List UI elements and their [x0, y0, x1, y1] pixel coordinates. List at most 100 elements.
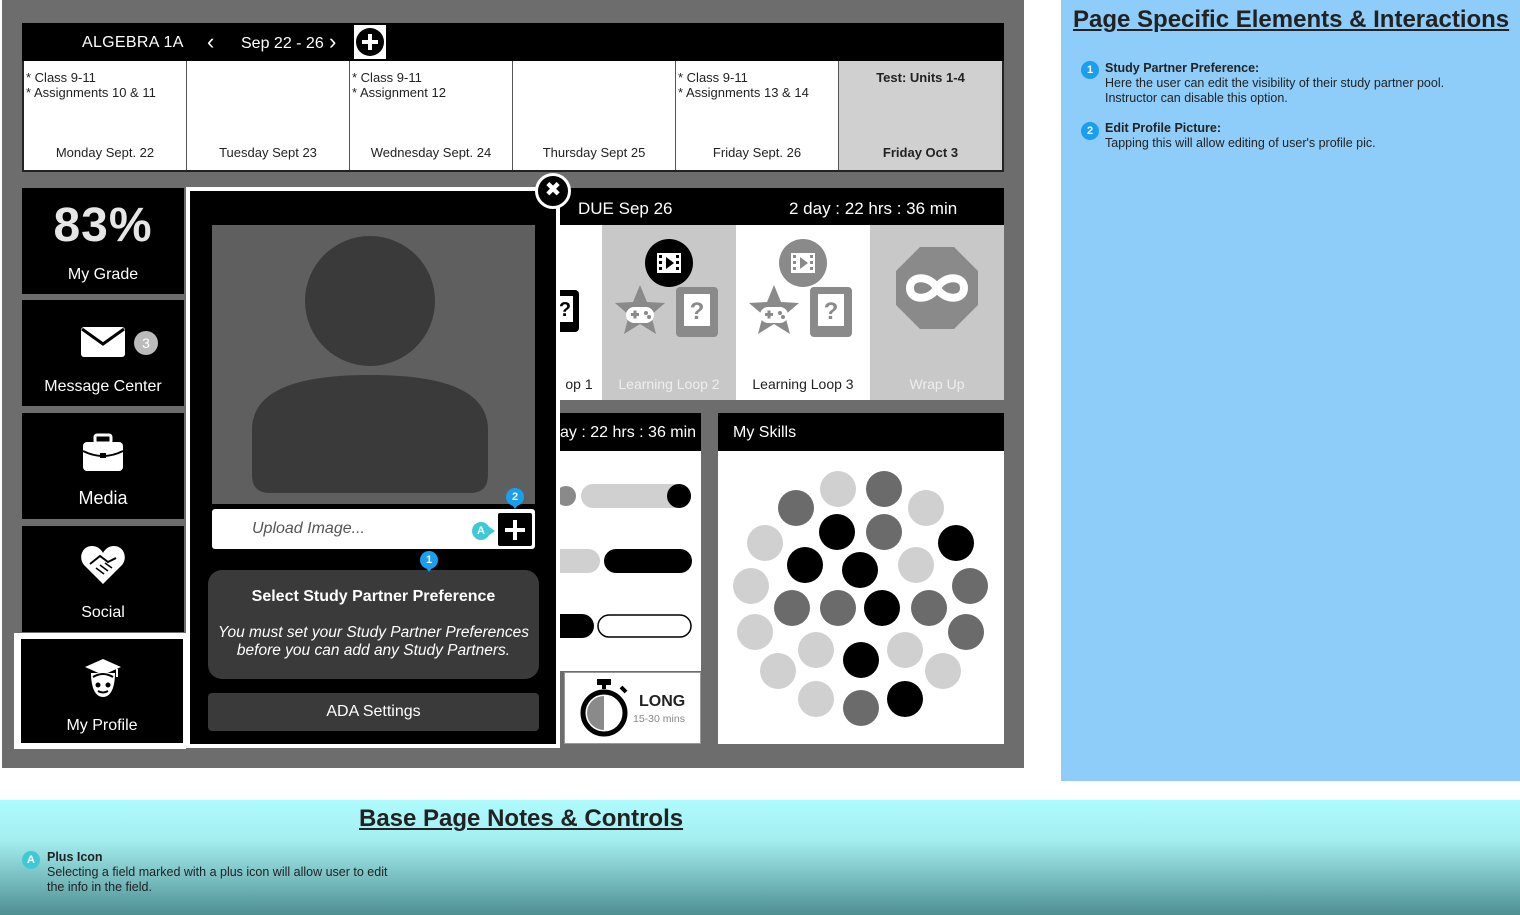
note-item: Edit Profile Picture: Tapping this will … — [1105, 121, 1505, 151]
base-note-title: Plus Icon — [47, 850, 103, 864]
svg-text:?: ? — [559, 299, 571, 321]
note-desc: Here the user can edit the visibility of… — [1105, 76, 1445, 105]
notes-title: Page Specific Elements & Interactions — [1073, 6, 1510, 33]
due-date: DUE Sep 26 — [578, 199, 673, 218]
due-countdown: 2 day : 22 hrs : 36 min — [789, 199, 958, 218]
wrap-up[interactable]: Wrap Up — [870, 225, 1004, 400]
marker-a-arrow — [488, 526, 495, 536]
session-length-sub: 15-30 mins — [633, 713, 685, 725]
learning-loop-2[interactable]: ? Learning Loop 2 — [602, 225, 736, 400]
day-cell[interactable]: Tuesday Sept 23 — [187, 61, 350, 170]
progress-pills — [556, 484, 692, 638]
day-name: Thursday Sept 25 — [542, 145, 646, 160]
nav-label: My Profile — [66, 717, 138, 734]
nav-label: My Grade — [67, 266, 139, 283]
nav-label: Media — [78, 488, 128, 508]
marker-2: 2 — [506, 488, 524, 509]
quiz-card-icon: ? — [810, 287, 852, 337]
day-name: Tuesday Sept 23 — [219, 145, 317, 160]
progress-countdown: ay : 22 hrs : 36 min — [560, 424, 697, 441]
grade-value: 83% — [53, 199, 153, 252]
nav-my-profile[interactable]: My Profile — [21, 639, 183, 743]
nav-label: Social — [81, 604, 125, 621]
next-week-icon[interactable]: › — [329, 31, 336, 53]
day-cell[interactable]: * Class 9-11 * Assignment 12 Wednesday S… — [350, 61, 513, 170]
base-notes-title: Base Page Notes & Controls — [359, 805, 684, 832]
close-icon[interactable]: ✖ — [535, 173, 571, 209]
loop-label: Learning Loop 2 — [618, 376, 720, 392]
envelope-icon — [81, 327, 125, 357]
graduate-icon — [85, 659, 121, 697]
nav-label: Message Center — [44, 378, 162, 395]
skills-header: My Skills — [718, 413, 1004, 451]
learning-loop-1[interactable]: ? op 1 — [556, 225, 602, 400]
user-silhouette-icon — [252, 236, 488, 493]
nav-my-grade[interactable]: 83% My Grade — [22, 188, 184, 294]
quiz-card-icon: ? — [556, 290, 579, 332]
calendar-header: ALGEBRA 1A ‹ Sep 22 - 26 › — [22, 23, 1004, 61]
base-notes-panel: Base Page Notes & Controls A Plus Icon S… — [0, 800, 1520, 915]
progress-header: ay : 22 hrs : 36 min — [556, 413, 701, 451]
video-icon — [645, 239, 693, 287]
learning-loop-3[interactable]: ? Learning Loop 3 — [736, 225, 870, 400]
day-cell[interactable]: * Class 9-11 * Assignments 13 & 14 Frida… — [676, 61, 839, 170]
course-title: ALGEBRA 1A — [82, 34, 184, 51]
prev-week-icon[interactable]: ‹ — [207, 31, 214, 53]
pref-title: Select Study Partner Preference — [251, 588, 496, 605]
note-title: Edit Profile Picture: — [1105, 121, 1221, 135]
assignment-header: DUE Sep 26 2 day : 22 hrs : 36 min — [556, 188, 1004, 225]
briefcase-icon — [82, 433, 124, 471]
week-range: Sep 22 - 26 — [241, 35, 324, 52]
loop-label: Learning Loop 3 — [752, 376, 854, 392]
day-name: Wednesday Sept. 24 — [370, 145, 492, 160]
nav-social[interactable]: Social — [22, 526, 184, 632]
stopwatch-icon — [580, 679, 628, 737]
day-events: Test: Units 1-4 — [876, 70, 965, 85]
day-name: Friday Sept. 26 — [712, 145, 802, 160]
loop-label: op 1 — [565, 376, 593, 392]
day-cell[interactable]: * Class 9-11 * Assignments 10 & 11 Monda… — [24, 61, 187, 170]
svg-text:?: ? — [824, 298, 839, 325]
skills-dots — [733, 471, 988, 726]
base-note-desc: Selecting a field marked with a plus ico… — [47, 865, 388, 894]
note-marker: 1 — [1081, 61, 1099, 79]
day-name: Monday Sept. 22 — [55, 145, 155, 160]
progress-body — [556, 451, 701, 671]
loop-octagon-icon — [896, 247, 978, 329]
plus-icon — [356, 28, 384, 56]
handshake-heart-icon — [81, 546, 125, 584]
day-cell-test[interactable]: Test: Units 1-4 Friday Oct 3 — [839, 61, 1002, 170]
quiz-card-icon: ? — [676, 287, 718, 337]
study-partner-preference-card[interactable]: Select Study Partner Preference You must… — [208, 570, 539, 679]
day-events: * Class 9-11 * Assignments 10 & 11 — [26, 70, 156, 100]
game-star-icon — [749, 285, 799, 334]
day-events: * Class 9-11 * Assignments 13 & 14 — [678, 70, 809, 100]
session-length-card[interactable]: LONG 15-30 mins — [564, 672, 701, 744]
ada-settings-button[interactable]: ADA Settings — [208, 693, 539, 731]
skills-title: My Skills — [733, 424, 797, 441]
svg-text:?: ? — [690, 298, 705, 325]
week-calendar: * Class 9-11 * Assignments 10 & 11 Monda… — [22, 61, 1004, 172]
pref-message: You must set your Study Partner Preferen… — [217, 624, 529, 659]
add-event-button[interactable] — [354, 25, 386, 59]
loop-label: Wrap Up — [909, 376, 965, 392]
game-star-icon — [615, 285, 665, 334]
day-cell[interactable]: Thursday Sept 25 — [513, 61, 676, 170]
skills-dot-cluster — [718, 451, 1004, 744]
note-marker: 2 — [1081, 122, 1099, 140]
day-events: * Class 9-11 * Assignment 12 — [352, 70, 446, 100]
profile-picture[interactable] — [212, 225, 535, 504]
note-desc: Tapping this will allow editing of user'… — [1105, 136, 1376, 150]
upload-placeholder: Upload Image... — [252, 520, 365, 537]
notes-panel: Page Specific Elements & Interactions 1 … — [1061, 0, 1520, 781]
upload-plus-button[interactable] — [496, 511, 534, 548]
session-length-title: LONG — [639, 693, 686, 710]
base-note-item: Plus Icon Selecting a field marked with … — [47, 850, 427, 895]
note-title: Study Partner Preference: — [1105, 61, 1260, 75]
nav-media[interactable]: Media — [22, 413, 184, 519]
day-name: Friday Oct 3 — [882, 145, 959, 160]
unread-badge: 3 — [134, 331, 158, 355]
nav-message-center[interactable]: 3 Message Center — [22, 300, 184, 406]
marker-1: 1 — [420, 551, 438, 572]
base-note-marker: A — [22, 851, 40, 869]
